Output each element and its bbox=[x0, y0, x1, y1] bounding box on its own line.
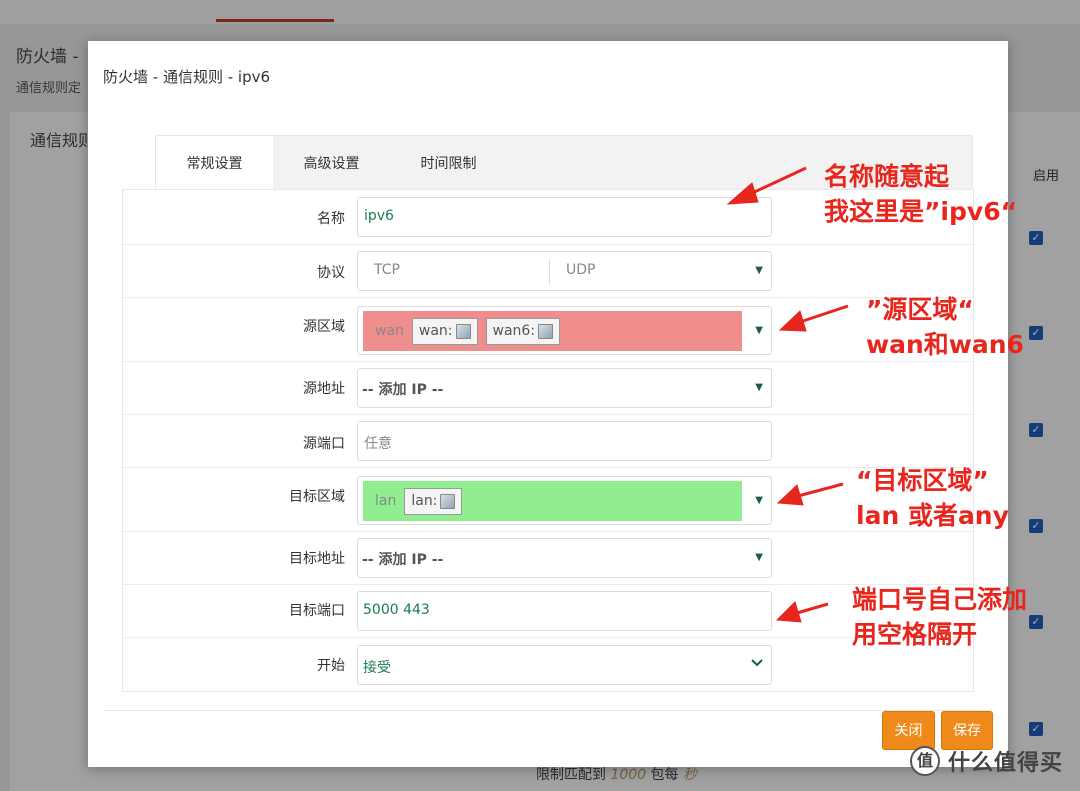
protocol-udp: UDP bbox=[566, 262, 596, 278]
zone-name: wan bbox=[375, 323, 404, 339]
form-row-dst-addr: 目标地址 -- 添加 IP -- ▼ bbox=[123, 532, 973, 585]
field-label: 开始 bbox=[317, 658, 345, 674]
caret-down-icon: ▼ bbox=[755, 495, 763, 506]
caret-down-icon: ▼ bbox=[755, 265, 763, 276]
src-addr-select[interactable]: -- 添加 IP -- ▼ bbox=[357, 368, 772, 408]
network-icon bbox=[538, 323, 554, 339]
src-port-input[interactable]: 任意 bbox=[357, 421, 772, 461]
network-icon bbox=[455, 323, 471, 339]
dst-zone-select[interactable]: lan lan: ▼ bbox=[357, 476, 772, 525]
protocol-divider bbox=[549, 259, 550, 285]
name-input[interactable]: ipv6 bbox=[357, 197, 772, 237]
zone-pill-lan: lan: bbox=[404, 487, 463, 515]
form-row-action: 开始 接受 bbox=[123, 638, 973, 693]
tab-time-limit[interactable]: 时间限制 bbox=[390, 136, 507, 190]
dst-zone-display: lan lan: bbox=[363, 481, 742, 521]
field-label: 目标地址 bbox=[289, 551, 345, 567]
tab-general[interactable]: 常规设置 bbox=[156, 136, 273, 190]
caret-down-icon: ▼ bbox=[755, 325, 763, 336]
watermark: 值 什么值得买 bbox=[910, 745, 1063, 777]
form-row-src-addr: 源地址 -- 添加 IP -- ▼ bbox=[123, 362, 973, 415]
dst-port-input[interactable]: 5000 443 bbox=[357, 591, 772, 631]
form-row-protocol: 协议 TCP UDP ▼ bbox=[123, 245, 973, 298]
caret-down-icon: ▼ bbox=[755, 382, 763, 393]
general-settings-form: 名称 ipv6 协议 TCP UDP ▼ 源区域 wan wan: wan6: bbox=[122, 189, 974, 692]
zone-name: lan bbox=[375, 493, 397, 509]
tab-advanced[interactable]: 高级设置 bbox=[273, 136, 390, 190]
footer-divider bbox=[103, 710, 993, 711]
form-row-dst-zone: 目标区域 lan lan: ▼ bbox=[123, 468, 973, 532]
annotation-dst-zone: “目标区域” lan 或者any bbox=[856, 466, 1009, 530]
modal-title: 防火墙 - 通信规则 - ipv6 bbox=[103, 68, 271, 86]
annotation-src-zone: ”源区域“ wan和wan6 bbox=[866, 295, 1024, 359]
dst-addr-select[interactable]: -- 添加 IP -- ▼ bbox=[357, 538, 772, 578]
network-icon bbox=[440, 493, 456, 509]
field-label: 目标端口 bbox=[289, 603, 345, 619]
protocol-tcp: TCP bbox=[374, 262, 400, 278]
src-zone-display: wan wan: wan6: bbox=[363, 311, 742, 351]
action-select[interactable]: 接受 bbox=[357, 645, 772, 685]
watermark-text: 什么值得买 bbox=[948, 751, 1064, 776]
field-label: 协议 bbox=[317, 265, 345, 281]
zone-pill-wan6: wan6: bbox=[485, 317, 561, 345]
rule-edit-modal: 防火墙 - 通信规则 - ipv6 常规设置 高级设置 时间限制 名称 ipv6… bbox=[88, 41, 1008, 767]
caret-down-icon: ▼ bbox=[755, 552, 763, 563]
annotation-name: 名称随意起 我这里是”ipv6“ bbox=[824, 162, 1018, 226]
protocol-select[interactable]: TCP UDP ▼ bbox=[357, 251, 772, 291]
field-label: 源地址 bbox=[303, 381, 345, 397]
form-row-dst-port: 目标端口 5000 443 bbox=[123, 585, 973, 638]
form-row-src-port: 源端口 任意 bbox=[123, 415, 973, 468]
watermark-logo: 值 bbox=[910, 746, 940, 776]
field-label: 源区域 bbox=[303, 319, 345, 335]
src-zone-select[interactable]: wan wan: wan6: ▼ bbox=[357, 306, 772, 355]
zone-pill-wan: wan: bbox=[411, 317, 478, 345]
field-label: 源端口 bbox=[303, 436, 345, 452]
chevron-down-icon bbox=[751, 659, 763, 667]
field-label: 目标区域 bbox=[289, 489, 345, 505]
field-label: 名称 bbox=[317, 211, 345, 227]
annotation-port: 端口号自己添加 用空格隔开 bbox=[852, 585, 1028, 649]
form-row-src-zone: 源区域 wan wan: wan6: ▼ bbox=[123, 298, 973, 362]
